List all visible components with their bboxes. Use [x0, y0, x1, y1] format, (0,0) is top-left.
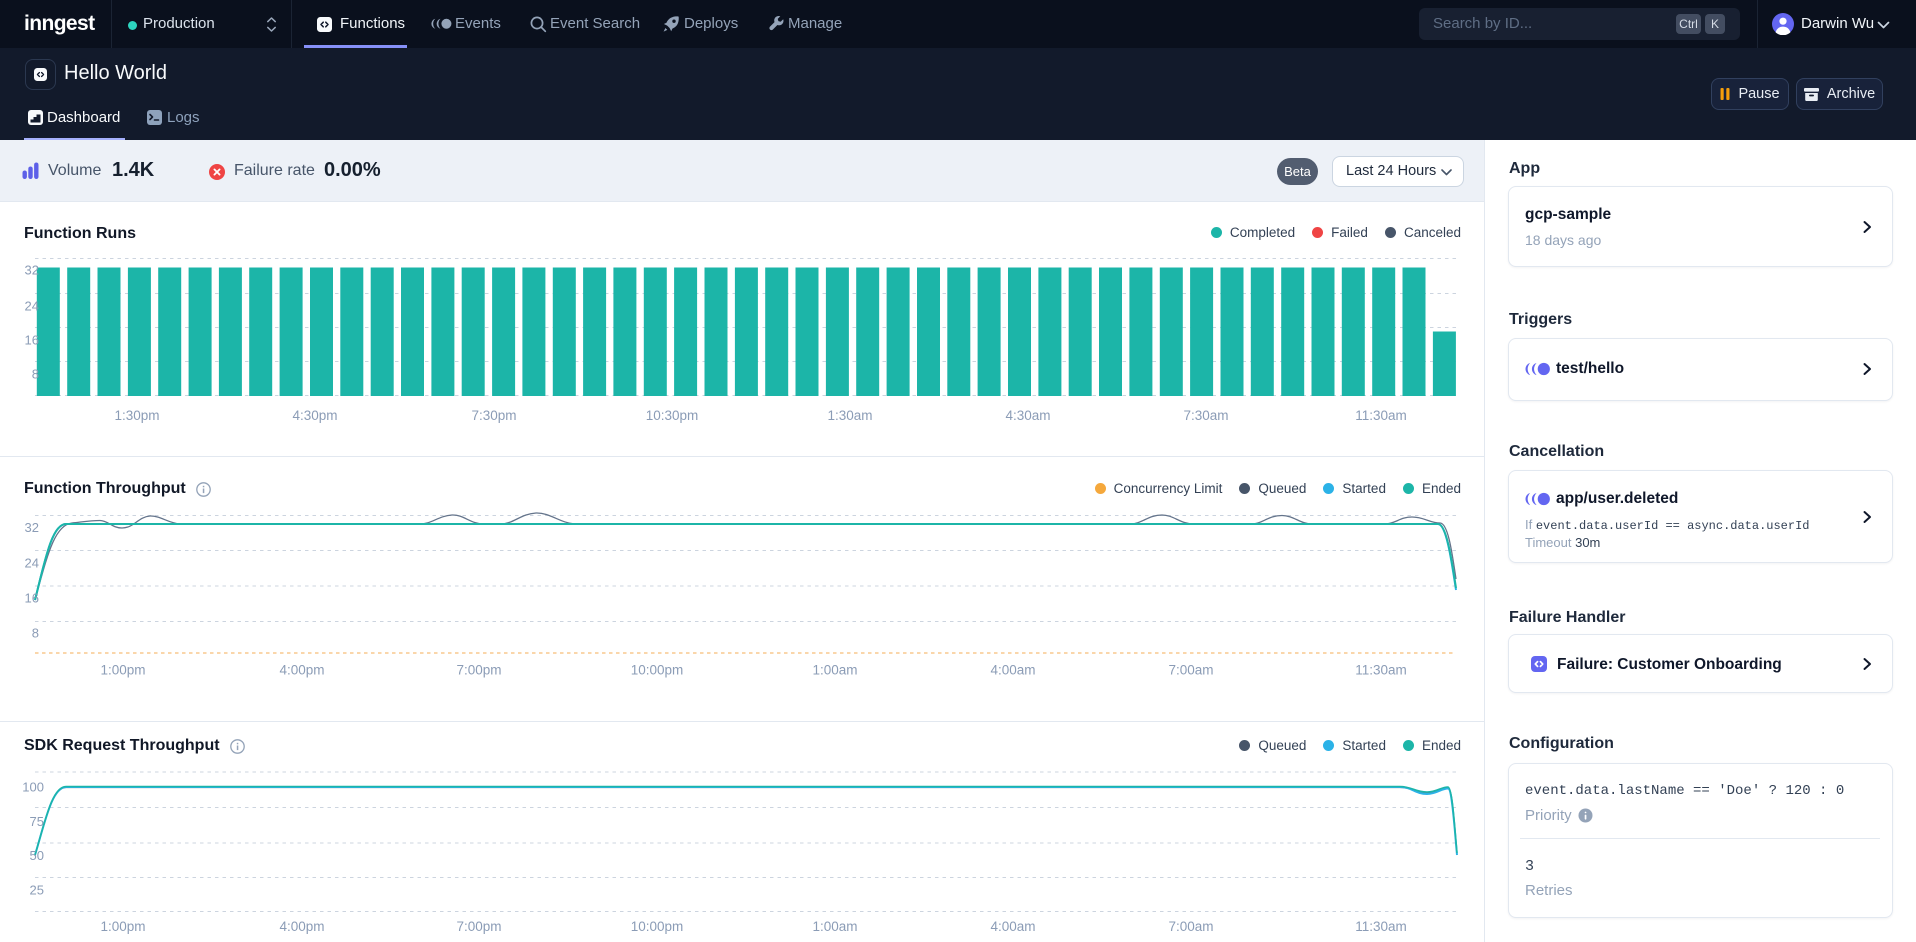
- svg-text:7:00am: 7:00am: [1168, 919, 1213, 934]
- svg-text:75: 75: [30, 814, 44, 829]
- svg-text:24: 24: [25, 556, 39, 571]
- svg-text:8: 8: [32, 367, 39, 382]
- svg-text:4:30am: 4:30am: [1005, 408, 1050, 423]
- svg-text:1:00am: 1:00am: [812, 919, 857, 934]
- svg-text:16: 16: [25, 591, 39, 606]
- svg-text:32: 32: [25, 520, 39, 535]
- svg-text:100: 100: [22, 780, 44, 795]
- svg-text:8: 8: [32, 626, 39, 641]
- svg-text:4:00pm: 4:00pm: [279, 663, 324, 678]
- svg-text:32: 32: [25, 263, 39, 278]
- svg-text:24: 24: [25, 299, 39, 314]
- svg-text:1:30am: 1:30am: [827, 408, 872, 423]
- svg-text:4:00am: 4:00am: [990, 663, 1035, 678]
- svg-text:7:30pm: 7:30pm: [471, 408, 516, 423]
- svg-text:10:00pm: 10:00pm: [631, 919, 684, 934]
- svg-text:4:00pm: 4:00pm: [279, 919, 324, 934]
- svg-text:50: 50: [30, 848, 44, 863]
- svg-text:1:00pm: 1:00pm: [100, 919, 145, 934]
- svg-text:1:00am: 1:00am: [812, 663, 857, 678]
- svg-text:11:30am: 11:30am: [1355, 919, 1407, 934]
- svg-text:25: 25: [30, 883, 44, 898]
- svg-text:16: 16: [25, 333, 39, 348]
- svg-text:1:30pm: 1:30pm: [114, 408, 159, 423]
- svg-text:11:30am: 11:30am: [1355, 408, 1407, 423]
- svg-text:11:30am: 11:30am: [1355, 663, 1407, 678]
- svg-text:4:30pm: 4:30pm: [292, 408, 337, 423]
- svg-text:7:00pm: 7:00pm: [456, 919, 501, 934]
- svg-text:4:00am: 4:00am: [990, 919, 1035, 934]
- svg-text:10:00pm: 10:00pm: [631, 663, 684, 678]
- svg-text:7:00pm: 7:00pm: [456, 663, 501, 678]
- svg-text:7:00am: 7:00am: [1168, 663, 1213, 678]
- svg-text:1:00pm: 1:00pm: [100, 663, 145, 678]
- svg-text:10:30pm: 10:30pm: [646, 408, 699, 423]
- svg-text:7:30am: 7:30am: [1183, 408, 1228, 423]
